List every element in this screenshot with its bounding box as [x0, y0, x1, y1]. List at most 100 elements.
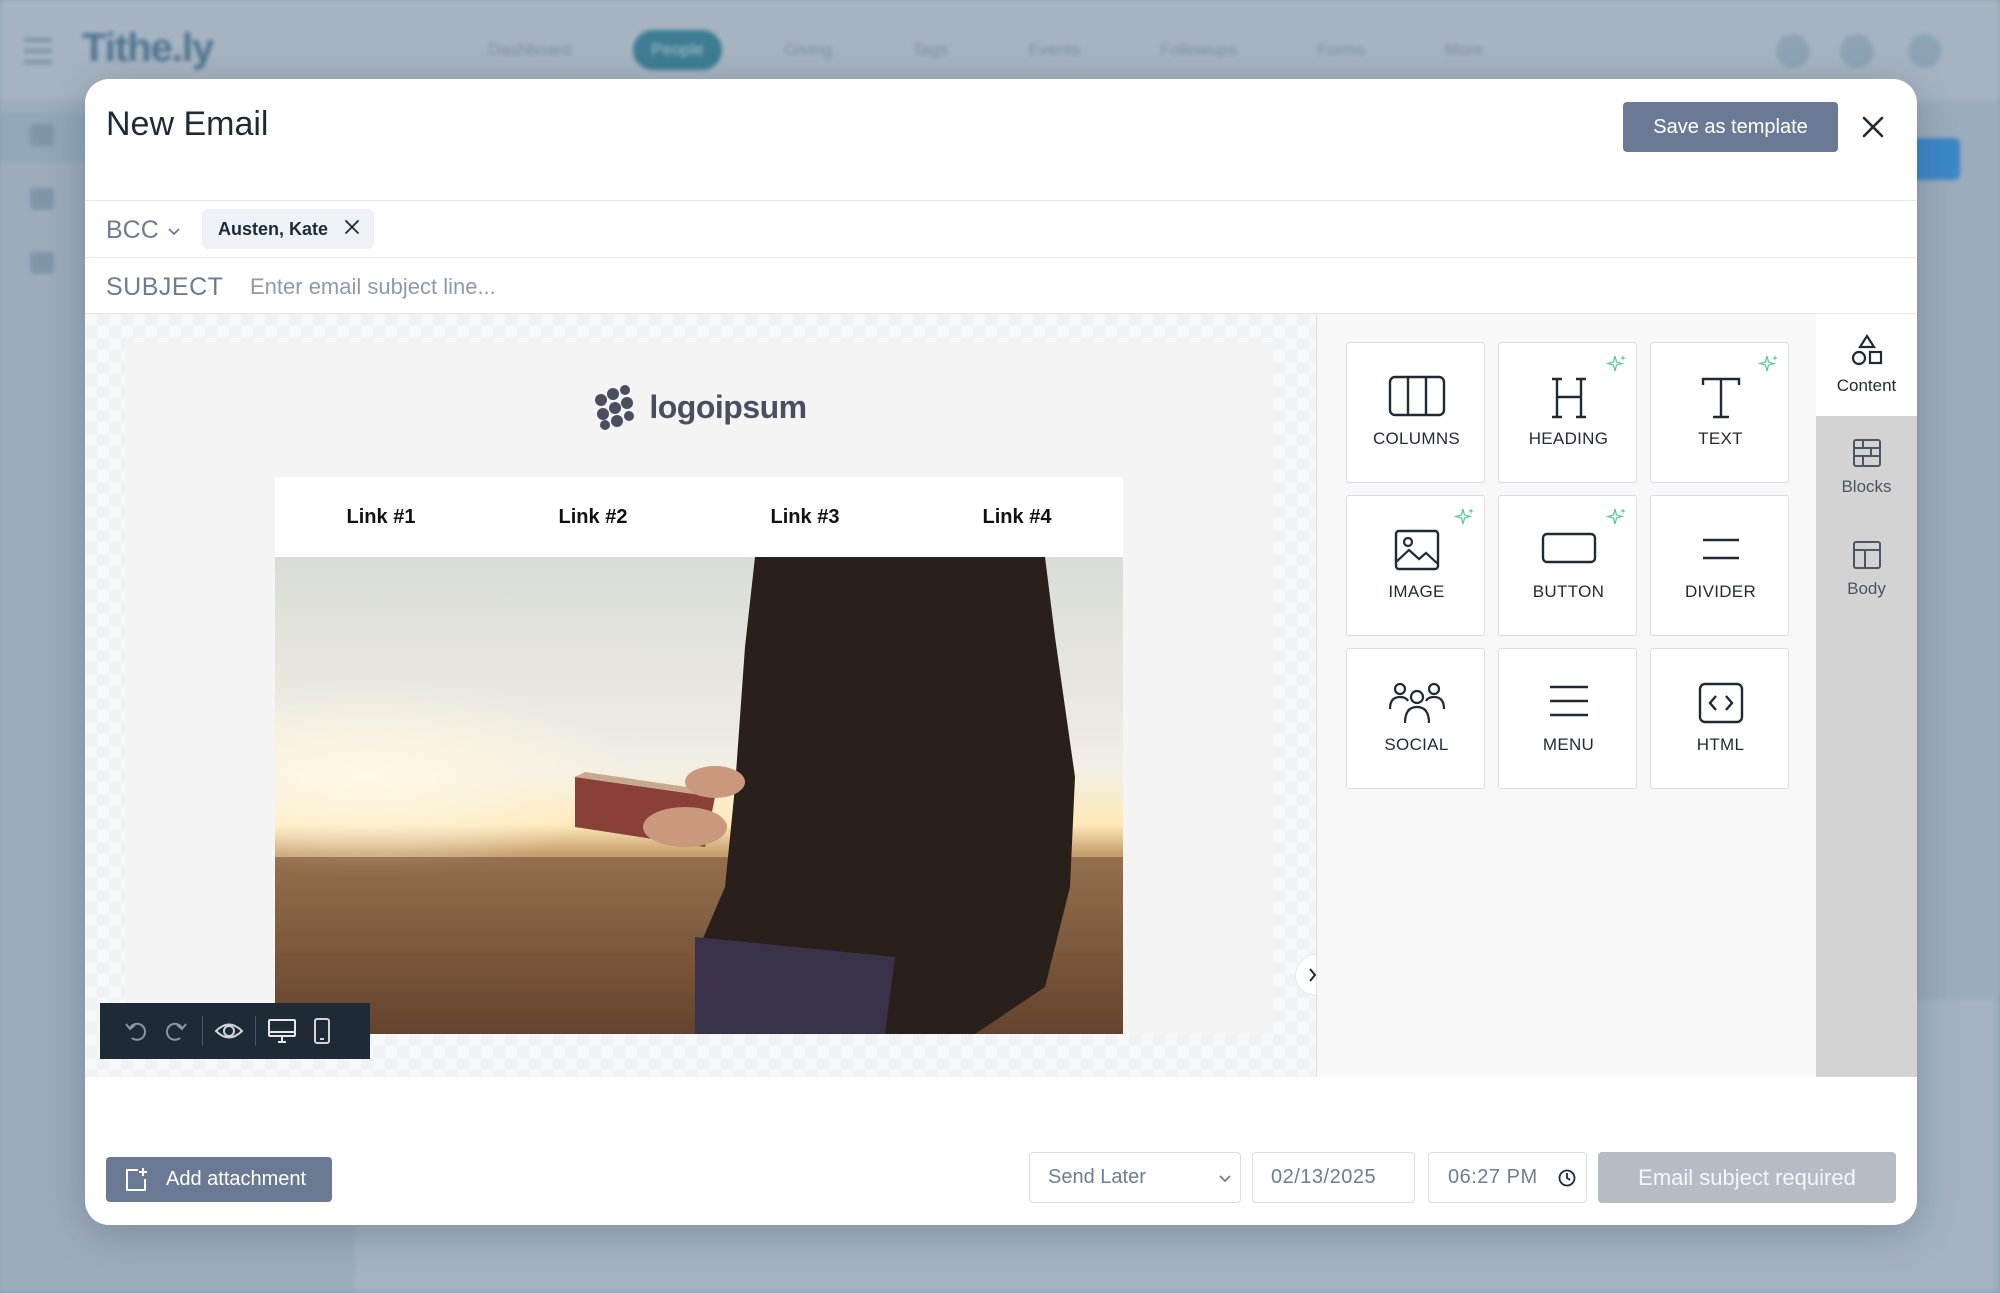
- html-icon: [1651, 681, 1790, 725]
- attachment-icon: [124, 1167, 148, 1193]
- tab-blocks[interactable]: Blocks: [1816, 416, 1917, 518]
- save-as-template-button[interactable]: Save as template: [1623, 102, 1838, 152]
- add-attachment-button[interactable]: Add attachment: [106, 1157, 332, 1202]
- help-icon: [1776, 34, 1810, 68]
- clock-icon[interactable]: [1558, 1169, 1576, 1187]
- sidebar-icon: [30, 124, 54, 146]
- email-menu-link[interactable]: Link #2: [487, 477, 699, 557]
- tile-label: HEADING: [1499, 429, 1638, 449]
- editor-toolbar: [100, 1003, 370, 1059]
- subject-input[interactable]: [250, 265, 1450, 309]
- toolbar-separator: [202, 1016, 203, 1046]
- new-email-modal: New Email Save as template BCC Austen, K…: [85, 79, 1917, 1225]
- nav-item: Dashboard: [470, 30, 589, 70]
- ai-sparkle-icon: [1606, 506, 1628, 528]
- tile-columns[interactable]: COLUMNS: [1346, 342, 1485, 483]
- columns-icon: [1347, 375, 1486, 417]
- tile-label: TEXT: [1651, 429, 1790, 449]
- nav-item-active: People: [633, 30, 722, 70]
- nav-item: More: [1427, 30, 1502, 70]
- bcc-label: BCC: [106, 216, 159, 245]
- logo-text: logoipsum: [649, 389, 806, 426]
- modal-title: New Email: [106, 105, 268, 144]
- preview-eye-icon[interactable]: [209, 1011, 249, 1051]
- send-mode-select[interactable]: Send Later: [1029, 1152, 1241, 1203]
- tab-label: Blocks: [1841, 477, 1891, 497]
- blocks-icon: [1851, 437, 1883, 469]
- email-menu-link[interactable]: Link #3: [699, 477, 911, 557]
- tab-content[interactable]: Content: [1816, 314, 1917, 416]
- mobile-view-icon[interactable]: [302, 1011, 342, 1051]
- hero-image[interactable]: [275, 557, 1123, 1034]
- send-time-field[interactable]: 06:27 PM: [1428, 1152, 1587, 1203]
- content-panel: COLUMNS HEADING TEXT IMAGE: [1316, 314, 1816, 1077]
- divider: [85, 200, 1917, 201]
- text-icon: [1651, 375, 1790, 421]
- tile-html[interactable]: HTML: [1650, 648, 1789, 789]
- nav-item: Followups: [1142, 30, 1255, 70]
- tile-label: BUTTON: [1499, 582, 1638, 602]
- tab-body[interactable]: Body: [1816, 518, 1917, 620]
- tile-heading[interactable]: HEADING: [1498, 342, 1637, 483]
- sidebar-icon: [30, 188, 54, 210]
- ai-sparkle-icon: [1606, 353, 1628, 375]
- send-time-value: 06:27 PM: [1448, 1166, 1538, 1189]
- desktop-view-icon[interactable]: [262, 1011, 302, 1051]
- divider: [85, 257, 1917, 258]
- email-body[interactable]: logoipsum Link #1 Link #2 Link #3 Link #…: [125, 342, 1273, 1034]
- chevron-down-icon: [1218, 1173, 1232, 1183]
- divider-icon: [1651, 528, 1790, 568]
- tile-label: DIVIDER: [1651, 582, 1790, 602]
- heading-icon: [1499, 375, 1638, 421]
- chevron-down-icon: [167, 226, 181, 236]
- avatar: [1908, 34, 1942, 68]
- nav-item: Events: [1010, 30, 1098, 70]
- logo-mark-icon: [591, 384, 637, 430]
- app-logo: Tithe.ly: [82, 26, 213, 71]
- menu-icon: [1499, 681, 1638, 721]
- email-menu-link[interactable]: Link #1: [275, 477, 487, 557]
- nav-item: Giving: [766, 30, 850, 70]
- tab-label: Body: [1847, 579, 1886, 599]
- tile-image[interactable]: IMAGE: [1346, 495, 1485, 636]
- tile-label: HTML: [1651, 735, 1790, 755]
- tile-text[interactable]: TEXT: [1650, 342, 1789, 483]
- tile-label: COLUMNS: [1347, 429, 1486, 449]
- tile-divider[interactable]: DIVIDER: [1650, 495, 1789, 636]
- tab-label: Content: [1837, 376, 1897, 396]
- shapes-icon: [1850, 334, 1884, 368]
- settings-icon: [1840, 34, 1874, 68]
- recipient-chip: Austen, Kate: [202, 209, 374, 249]
- undo-icon[interactable]: [116, 1011, 156, 1051]
- hamburger-icon: [24, 38, 52, 64]
- add-attachment-label: Add attachment: [166, 1168, 306, 1191]
- subject-label: SUBJECT: [106, 273, 223, 302]
- tile-button[interactable]: BUTTON: [1498, 495, 1637, 636]
- recipient-name: Austen, Kate: [218, 219, 328, 240]
- layout-icon: [1851, 539, 1883, 571]
- tile-label: SOCIAL: [1347, 735, 1486, 755]
- bcc-dropdown[interactable]: BCC: [106, 216, 181, 245]
- email-menu-link[interactable]: Link #4: [911, 477, 1123, 557]
- remove-recipient-icon[interactable]: [344, 219, 360, 240]
- social-icon: [1347, 681, 1486, 727]
- email-logo[interactable]: logoipsum: [125, 384, 1273, 430]
- tile-social[interactable]: SOCIAL: [1346, 648, 1485, 789]
- send-mode-value: Send Later: [1048, 1166, 1146, 1189]
- background-nav: Dashboard People Giving Tags Events Foll…: [470, 30, 1502, 70]
- tile-menu[interactable]: MENU: [1498, 648, 1637, 789]
- close-icon[interactable]: [1855, 109, 1891, 145]
- button-icon: [1499, 528, 1638, 568]
- side-tabs: Content Blocks Body: [1816, 314, 1917, 1077]
- send-email-button[interactable]: Email subject required: [1598, 1152, 1896, 1203]
- redo-icon[interactable]: [156, 1011, 196, 1051]
- tile-label: MENU: [1499, 735, 1638, 755]
- nav-item: Tags: [894, 30, 966, 70]
- toolbar-separator: [255, 1016, 256, 1046]
- email-menu[interactable]: Link #1 Link #2 Link #3 Link #4: [275, 477, 1123, 557]
- ai-sparkle-icon: [1454, 506, 1476, 528]
- nav-item: Forms: [1299, 30, 1383, 70]
- send-date-field[interactable]: 02/13/2025: [1252, 1152, 1415, 1203]
- image-icon: [1347, 528, 1486, 572]
- email-canvas[interactable]: logoipsum Link #1 Link #2 Link #3 Link #…: [85, 314, 1316, 1077]
